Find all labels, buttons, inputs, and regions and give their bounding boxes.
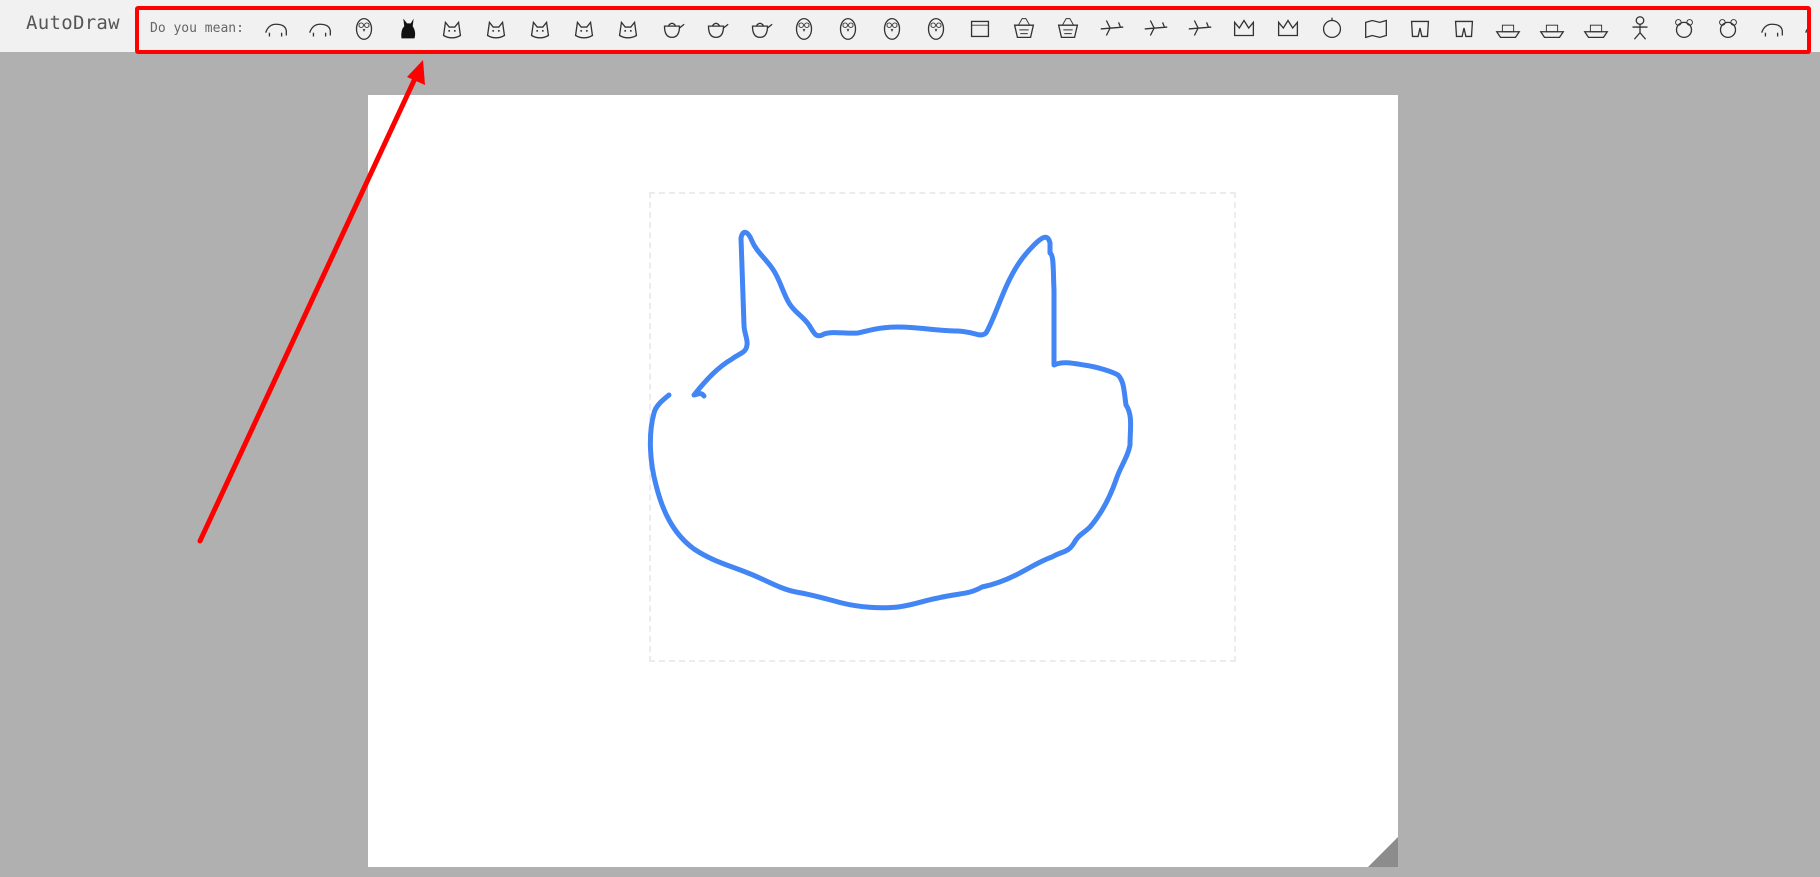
teapot-icon[interactable] [650, 8, 694, 48]
shorts-icon[interactable] [1442, 8, 1486, 48]
underwear-icon[interactable] [1398, 8, 1442, 48]
page-corner-fold[interactable] [1368, 837, 1398, 867]
polar-bear-icon[interactable] [1750, 8, 1794, 48]
owl-icon[interactable] [342, 8, 386, 48]
boat-icon[interactable] [1574, 8, 1618, 48]
cat-icon[interactable] [474, 8, 518, 48]
top-bar: AutoDraw Do you mean: [0, 0, 1820, 52]
crown-icon[interactable] [1222, 8, 1266, 48]
teddy-bear-sitting-icon[interactable] [1706, 8, 1750, 48]
black-cat-icon[interactable] [386, 8, 430, 48]
box-icon[interactable] [958, 8, 1002, 48]
kettle-icon[interactable] [738, 8, 782, 48]
gingerbread-man-icon[interactable] [1618, 8, 1662, 48]
pumpkin-icon[interactable] [1310, 8, 1354, 48]
coffee-pot-icon[interactable] [694, 8, 738, 48]
owl-perched-icon[interactable] [914, 8, 958, 48]
owl-small-icon[interactable] [826, 8, 870, 48]
ufo-icon[interactable] [1090, 8, 1134, 48]
map-icon[interactable] [1354, 8, 1398, 48]
horse-icon[interactable] [298, 8, 342, 48]
basket-icon[interactable] [1002, 8, 1046, 48]
drawing-layer [647, 229, 1134, 611]
owl-face-icon[interactable] [870, 8, 914, 48]
suggestion-label: Do you mean: [150, 20, 244, 36]
cat-walking-icon[interactable] [518, 8, 562, 48]
cat-face-icon[interactable] [430, 8, 474, 48]
cat-sitting-icon[interactable] [606, 8, 650, 48]
drawing-canvas[interactable] [368, 95, 1398, 867]
suggestion-strip[interactable]: Do you mean: [135, 6, 1811, 50]
hedgehog-icon[interactable] [254, 8, 298, 48]
app-title[interactable]: AutoDraw [26, 12, 120, 34]
airplane-icon[interactable] [1178, 8, 1222, 48]
teddy-bear-icon[interactable] [1662, 8, 1706, 48]
jet-icon[interactable] [1134, 8, 1178, 48]
ship-icon[interactable] [1486, 8, 1530, 48]
owl-standing-icon[interactable] [782, 8, 826, 48]
woven-basket-icon[interactable] [1046, 8, 1090, 48]
bear-icon[interactable] [1794, 8, 1811, 48]
cat-head-icon[interactable] [562, 8, 606, 48]
cruise-ship-icon[interactable] [1530, 8, 1574, 48]
ornate-crown-icon[interactable] [1266, 8, 1310, 48]
user-doodle-stroke[interactable] [647, 229, 1134, 611]
annotation-arrowhead [407, 60, 425, 85]
